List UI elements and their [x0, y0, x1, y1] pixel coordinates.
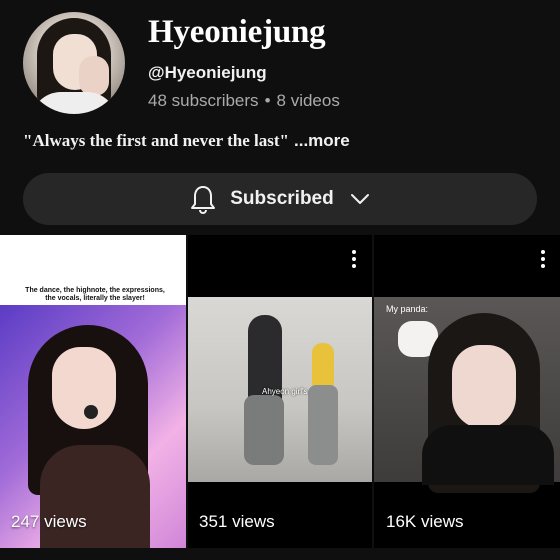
- channel-name: Hyeoniejung: [148, 14, 326, 50]
- channel-description[interactable]: "Always the first and never the last"...…: [23, 131, 350, 151]
- view-count: 16K views: [386, 512, 464, 531]
- more-options-icon[interactable]: [352, 250, 356, 270]
- subscriber-count: 48 subscribers: [148, 91, 259, 110]
- dancer-figure-pants: [308, 385, 338, 465]
- subscribed-button[interactable]: Subscribed: [23, 173, 537, 225]
- microphone-shape: [84, 405, 98, 419]
- thumbnail-caption: My panda:: [386, 304, 429, 314]
- thumbnail-caption: Ahyeon girl's: [262, 387, 308, 396]
- video-count: 8 videos: [276, 91, 340, 110]
- view-count: 351 views: [199, 512, 275, 531]
- thumbnail-figure-body: [40, 445, 150, 548]
- video-thumbnail[interactable]: My panda: 16K views: [374, 235, 560, 548]
- thumbnail-figure-face: [452, 345, 516, 429]
- channel-handle: @Hyeoniejung: [148, 63, 267, 82]
- dancer-figure-pants: [244, 395, 284, 465]
- channel-stats: 48 subscribers • 8 videos: [148, 91, 340, 111]
- more-link[interactable]: ...more: [294, 131, 350, 150]
- chevron-down-icon: [350, 194, 369, 204]
- video-thumbnail[interactable]: Ahyeon girl's 351 views: [188, 235, 372, 548]
- shorts-grid: The dance, the highnote, the expressions…: [0, 235, 560, 560]
- subscribed-label: Subscribed: [230, 188, 334, 209]
- thumbnail-caption: The dance, the highnote, the expressions…: [25, 287, 165, 302]
- bell-icon: [191, 186, 216, 214]
- video-thumbnail[interactable]: The dance, the highnote, the expressions…: [0, 235, 186, 548]
- more-options-icon[interactable]: [541, 250, 545, 270]
- description-text: "Always the first and never the last": [23, 131, 289, 150]
- channel-avatar[interactable]: [23, 12, 125, 114]
- thumbnail-figure-shirt: [422, 425, 554, 485]
- channel-header: Hyeoniejung @Hyeoniejung 48 subscribers •…: [0, 0, 560, 130]
- stats-separator: •: [264, 91, 271, 110]
- view-count: 247 views: [11, 512, 87, 531]
- avatar-hand: [79, 56, 109, 96]
- thumbnail-figure-face: [52, 347, 116, 429]
